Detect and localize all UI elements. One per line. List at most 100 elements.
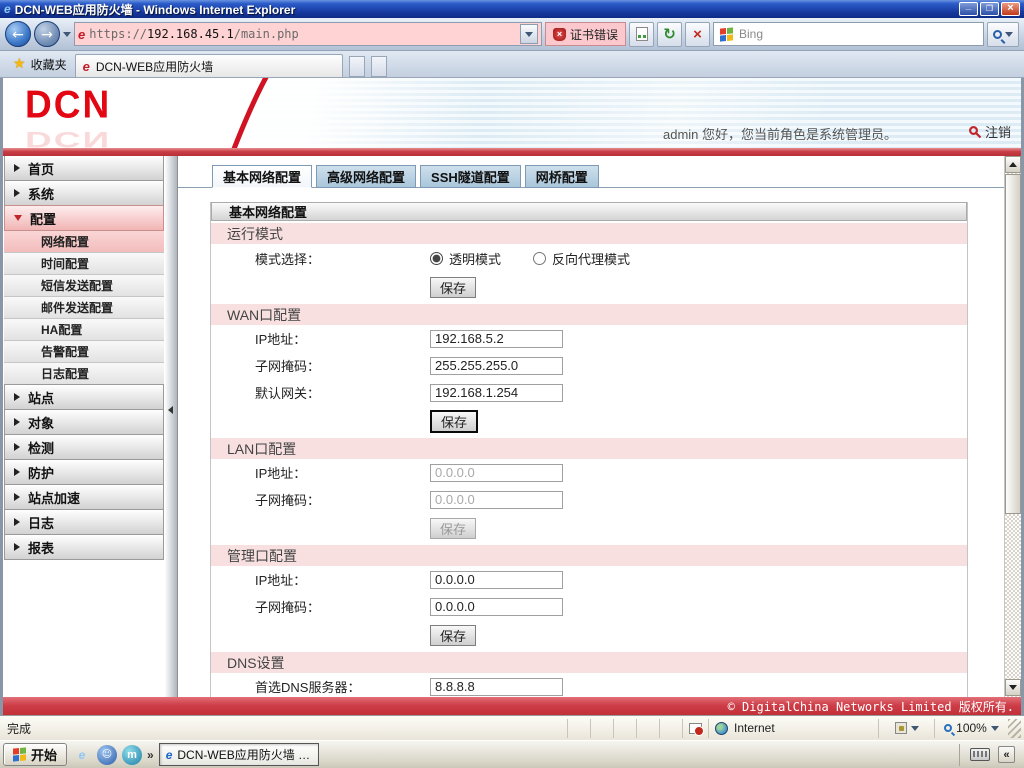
chevron-down-icon <box>910 725 919 731</box>
tray-expand-chevron[interactable] <box>998 746 1015 763</box>
history-dropdown-button[interactable] <box>63 31 71 37</box>
section-run-mode: 运行模式 <box>211 223 967 244</box>
sidebar-subitem-mail-config[interactable]: 邮件发送配置 <box>4 297 164 319</box>
status-bar: 完成 Internet 100% <box>0 715 1024 740</box>
reverse-proxy-mode-radio[interactable] <box>533 251 547 265</box>
sidebar-item-site-acceleration[interactable]: 站点加速 <box>4 484 164 510</box>
dns-primary-input[interactable] <box>430 677 563 696</box>
quicklaunch-overflow-chevron[interactable] <box>147 748 154 762</box>
mgmt-ip-label: IP地址： <box>255 573 307 588</box>
refresh-button[interactable] <box>657 21 683 47</box>
start-label: 开始 <box>31 748 58 763</box>
sidebar-item-reports[interactable]: 报表 <box>4 534 164 560</box>
url-text: https://192.168.45.1/main.php <box>89 27 299 41</box>
start-button[interactable]: 开始 <box>3 743 68 766</box>
tab-advanced-network-config[interactable]: 高级网络配置 <box>316 165 417 188</box>
sidebar-item-configuration[interactable]: 配置 <box>4 205 164 231</box>
refresh-icon <box>663 25 676 43</box>
back-button[interactable] <box>5 21 31 47</box>
sidebar-subitem-log-config[interactable]: 日志配置 <box>4 363 164 385</box>
protected-mode-icon <box>894 722 907 734</box>
vertical-scrollbar[interactable] <box>1004 156 1021 697</box>
logout-link[interactable]: 注销 <box>968 122 1011 141</box>
chevron-right-icon <box>14 443 20 451</box>
search-go-button[interactable] <box>987 21 1019 47</box>
status-pane <box>590 718 613 738</box>
quicklaunch-messenger-icon[interactable] <box>97 744 118 765</box>
sidebar-item-logs[interactable]: 日志 <box>4 509 164 535</box>
page-viewport: DCN DCN admin 您好，您当前角色是系统管理员。 注销 首页 系统 配… <box>0 78 1024 715</box>
tab-title: DCN-WEB应用防火墙 <box>95 59 214 74</box>
scroll-up-button[interactable] <box>1005 156 1021 173</box>
window-title: DCN-WEB应用防火墙 - Windows Internet Explorer <box>14 2 296 17</box>
sidebar-item-system[interactable]: 系统 <box>4 180 164 206</box>
mgmt-ip-input[interactable] <box>430 570 563 589</box>
wan-mask-input[interactable] <box>430 356 563 375</box>
dns-primary-label: 首选DNS服务器： <box>255 680 361 695</box>
popup-blocked-pane[interactable] <box>682 718 708 738</box>
tab-bridge-config[interactable]: 网桥配置 <box>524 165 599 188</box>
transparent-mode-radio[interactable] <box>430 251 443 265</box>
panel-title: 基本网络配置 <box>211 202 967 221</box>
resize-grip[interactable] <box>1008 718 1021 738</box>
red-divider-bar <box>3 148 1021 156</box>
sidebar-item-detection[interactable]: 检测 <box>4 434 164 460</box>
browser-tab-active[interactable]: DCN-WEB应用防火墙 <box>74 54 343 77</box>
key-icon <box>968 125 982 138</box>
chevron-down-icon <box>990 725 999 731</box>
sidebar-subitem-network-config[interactable]: 网络配置 <box>4 231 164 253</box>
ie-icon <box>166 748 173 762</box>
address-dropdown-button[interactable] <box>520 24 538 44</box>
address-bar[interactable]: https://192.168.45.1/main.php <box>74 22 542 46</box>
wan-gateway-input[interactable] <box>430 383 563 402</box>
section-wan-config: WAN口配置 <box>211 304 967 325</box>
quick-tabs-button[interactable] <box>348 56 365 77</box>
star-icon <box>13 56 26 72</box>
search-input[interactable]: Bing <box>713 22 984 46</box>
chevron-right-icon <box>14 164 20 172</box>
favorites-label: 收藏夹 <box>30 57 67 72</box>
wan-save-button[interactable]: 保存 <box>430 409 478 433</box>
tab-basic-network-config[interactable]: 基本网络配置 <box>212 165 313 188</box>
sidebar-subitem-alarm-config[interactable]: 告警配置 <box>4 341 164 363</box>
favorites-button[interactable]: 收藏夹 <box>5 51 75 77</box>
quicklaunch-ie-icon[interactable] <box>72 745 92 765</box>
scroll-down-button[interactable] <box>1005 679 1021 696</box>
tab-ssh-tunnel-config[interactable]: SSH隧道配置 <box>420 165 521 188</box>
new-tab-button[interactable] <box>370 56 387 77</box>
main-content: 基本网络配置 高级网络配置 SSH隧道配置 网桥配置 基本网络配置 运行模式 模… <box>178 156 1004 697</box>
zoom-control[interactable]: 100% <box>934 718 1008 738</box>
minimize-button[interactable] <box>959 2 978 16</box>
zone-label: Internet <box>734 721 775 735</box>
quicklaunch-browser-icon[interactable] <box>122 744 143 765</box>
mgmt-save-button[interactable]: 保存 <box>430 624 476 646</box>
sidebar-subitem-ha-config[interactable]: HA配置 <box>4 319 164 341</box>
protected-mode-pane[interactable] <box>878 718 934 738</box>
search-options-dropdown[interactable] <box>1005 31 1013 37</box>
mgmt-mask-input[interactable] <box>430 597 563 616</box>
sidebar-item-protection[interactable]: 防护 <box>4 459 164 485</box>
maximize-button[interactable] <box>980 2 999 16</box>
taskbar: 开始 DCN-WEB应用防火墙 -... <box>0 740 1024 768</box>
status-pane <box>636 718 659 738</box>
transparent-mode-label: 透明模式 <box>449 251 502 267</box>
certificate-error-badge[interactable]: 证书错误 <box>545 22 627 46</box>
compatibility-view-button[interactable] <box>629 21 655 47</box>
close-button[interactable] <box>1001 2 1020 16</box>
collapse-sidebar-icon[interactable] <box>168 406 173 414</box>
forward-button[interactable] <box>34 21 60 47</box>
popup-blocked-icon <box>689 722 704 736</box>
keyboard-icon[interactable] <box>970 748 990 761</box>
sidebar-item-object[interactable]: 对象 <box>4 409 164 435</box>
sidebar-item-site[interactable]: 站点 <box>4 384 164 410</box>
security-zone-pane[interactable]: Internet <box>708 718 878 738</box>
stop-button[interactable] <box>685 21 711 47</box>
scrollbar-thumb[interactable] <box>1005 174 1021 514</box>
sidebar-item-home[interactable]: 首页 <box>4 156 164 181</box>
sidebar-splitter[interactable] <box>165 156 178 697</box>
taskbar-task-button[interactable]: DCN-WEB应用防火墙 -... <box>158 743 319 766</box>
sidebar-subitem-sms-config[interactable]: 短信发送配置 <box>4 275 164 297</box>
run-mode-save-button[interactable]: 保存 <box>430 276 476 298</box>
wan-ip-input[interactable] <box>430 329 563 348</box>
sidebar-subitem-time-config[interactable]: 时间配置 <box>4 253 164 275</box>
